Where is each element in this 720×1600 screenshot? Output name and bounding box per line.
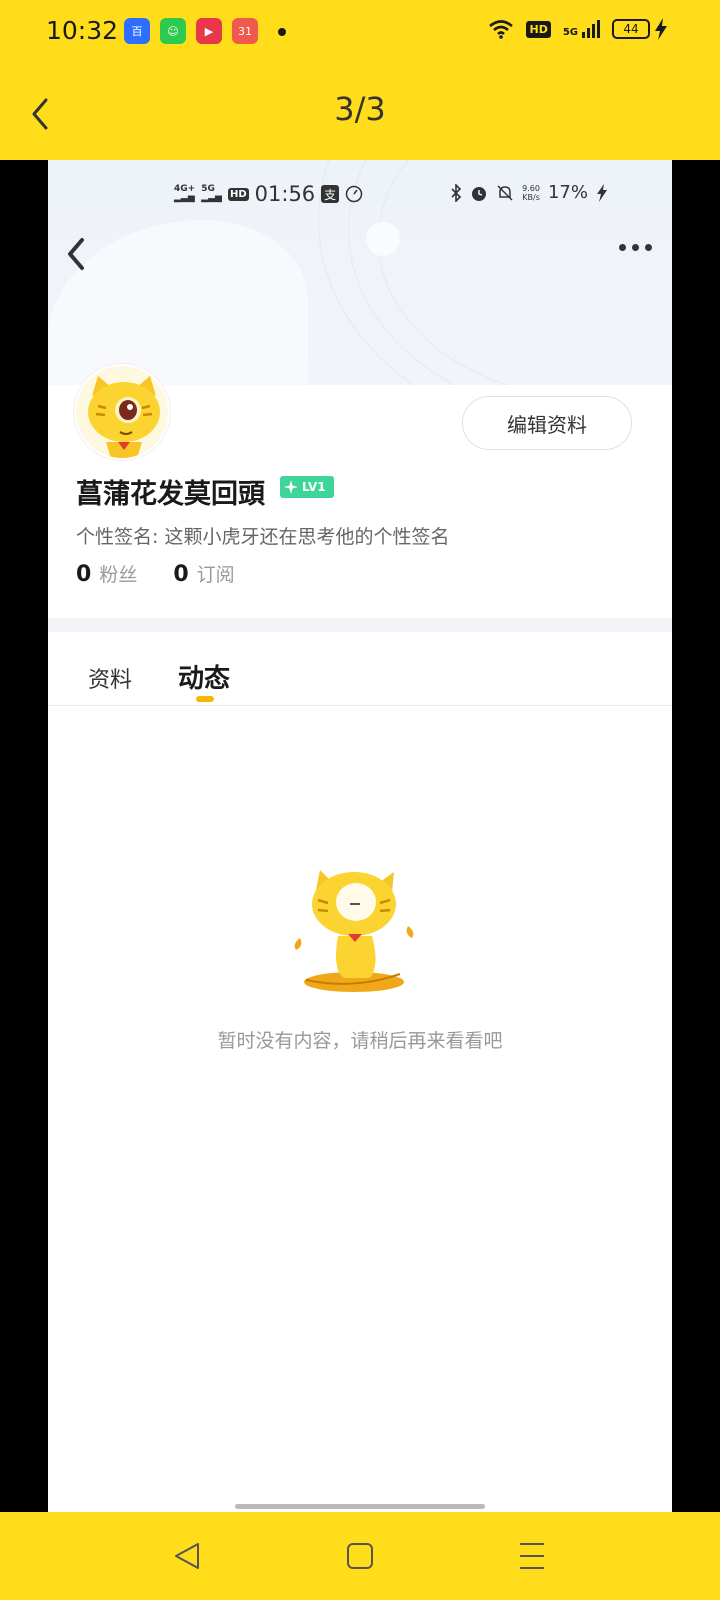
inner-status-right: 9.60 KB/s 17%: [450, 182, 608, 203]
bluetooth-icon: [451, 183, 462, 202]
followers-stat[interactable]: 0 粉丝: [76, 560, 137, 587]
profile-tabs: 资料 动态: [48, 632, 672, 706]
inner-signal-5g: 5G ▂▃▅: [201, 184, 222, 203]
timer-icon: [345, 185, 363, 203]
baidu-app-icon: 百: [124, 18, 150, 44]
subscriptions-count: 0: [173, 562, 189, 587]
wifi-icon: [489, 20, 514, 39]
status-indicators: HD 5G 44: [488, 18, 668, 40]
profile-stats: 0 粉丝 0 订阅: [76, 560, 235, 587]
system-status-bar: 10:32 百 ☺ ▶ 31 HD 5G 44: [0, 0, 720, 66]
inner-status-left: 4G+ ▂▃▅ 5G ▂▃▅ HD 01:56 支: [174, 182, 363, 206]
sparkle-icon: [284, 480, 298, 494]
username: 菖蒲花发莫回頭: [76, 479, 265, 510]
notification-icons: 百 ☺ ▶ 31: [124, 18, 258, 44]
network-speed: 9.60 KB/s: [522, 184, 540, 202]
profile-cover: 4G+ ▂▃▅ 5G ▂▃▅ HD 01:56 支 9.60 KB/s 17%: [48, 160, 672, 385]
inner-battery-percent: 17%: [547, 182, 588, 203]
calendar-app-icon: 31: [232, 18, 258, 44]
subscriptions-label: 订阅: [196, 564, 235, 586]
tab-activity[interactable]: 动态: [178, 658, 230, 695]
signature: 个性签名: 这颗小虎牙还在思考他的个性签名: [76, 526, 450, 548]
nav-menu-icon[interactable]: [512, 1538, 552, 1574]
empty-state-tiger-icon: [294, 870, 414, 992]
inner-signal-5g-label: 5G: [201, 184, 215, 194]
inner-signal-4g-label: 4G+: [174, 184, 196, 194]
hd-icon: HD: [526, 20, 551, 38]
active-tab-indicator: [196, 696, 214, 702]
profile-screenshot: 4G+▂▃▅ 5G▂▃▅ HD 01:56 支 9.60KB/s 17%: [48, 160, 672, 1512]
subscriptions-stat[interactable]: 0 订阅: [173, 560, 234, 587]
mute-icon: [497, 184, 513, 201]
battery-icon: 44: [612, 19, 650, 39]
inner-charging-icon: [597, 183, 607, 202]
cellular-signal-icon: 5G: [563, 20, 600, 38]
tab-info[interactable]: 资料: [88, 662, 132, 694]
gift-app-icon: ☺: [160, 18, 186, 44]
nav-back-icon[interactable]: [168, 1538, 208, 1574]
page-indicator: 3/3: [334, 90, 386, 128]
status-time: 10:32: [46, 16, 119, 45]
section-divider: [48, 618, 672, 632]
nav-home-icon[interactable]: [340, 1538, 380, 1574]
inner-status-time: 01:56: [254, 182, 316, 206]
tiger-avatar-icon: [76, 366, 168, 458]
level-badge: LV1: [280, 476, 334, 498]
inner-signal-4g: 4G+ ▂▃▅: [174, 184, 196, 203]
home-indicator[interactable]: [235, 1504, 485, 1509]
alarm-icon: [472, 186, 487, 201]
inner-hd-icon: HD: [227, 187, 249, 201]
camera-app-icon: ▶: [196, 18, 222, 44]
empty-state-message: 暂时没有内容，请稍后再来看看吧: [217, 1030, 503, 1052]
followers-count: 0: [76, 562, 92, 587]
followers-label: 粉丝: [99, 564, 138, 586]
network-speed-unit: KB/s: [522, 192, 540, 202]
alipay-icon: 支: [321, 185, 340, 203]
edit-profile-button[interactable]: 编辑资料: [462, 396, 632, 450]
charging-icon: [655, 18, 667, 40]
cover-decoration: [366, 222, 400, 256]
system-navigation-bar: [0, 1512, 720, 1600]
profile-back-icon[interactable]: [62, 236, 92, 272]
viewer-header: 3/3: [0, 66, 720, 160]
network-speed-value: 9.60: [522, 183, 540, 193]
more-options-icon[interactable]: [619, 244, 652, 251]
level-label: LV1: [302, 480, 326, 494]
battery-level: 44: [623, 22, 639, 36]
avatar[interactable]: [74, 364, 170, 460]
network-type-label: 5G: [562, 27, 578, 38]
notification-dot: [278, 28, 286, 36]
